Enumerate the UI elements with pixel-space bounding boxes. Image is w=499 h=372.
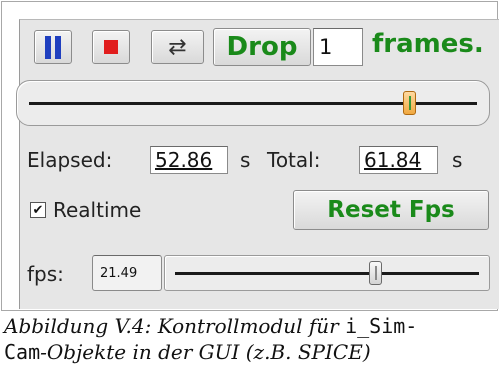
elapsed-unit: s	[240, 148, 251, 172]
fps-slider-thumb[interactable]	[369, 261, 383, 285]
caption-suffix: -Objekte in der GUI (z.B. SPICE)	[40, 340, 371, 364]
loop-icon: ⇄	[168, 34, 187, 60]
caption-code-1: i_Sim-	[345, 314, 418, 338]
pause-icon	[43, 35, 63, 59]
fps-slider-track	[175, 272, 479, 275]
elapsed-field: 52.86	[150, 146, 228, 174]
check-icon: ✔	[32, 202, 44, 218]
total-label: Total:	[267, 148, 321, 172]
reset-fps-label: Reset Fps	[327, 197, 455, 223]
total-value: 61.84	[364, 148, 422, 172]
elapsed-label: Elapsed:	[27, 148, 113, 172]
drop-frames-input[interactable]: 1	[313, 28, 363, 66]
stop-icon	[104, 40, 118, 54]
reset-fps-button[interactable]: Reset Fps	[293, 190, 489, 230]
fps-label: fps:	[27, 262, 64, 286]
fps-value: 21.49	[100, 265, 138, 281]
drop-button[interactable]: Drop	[213, 28, 311, 66]
elapsed-value: 52.86	[155, 148, 213, 172]
total-unit: s	[452, 148, 463, 172]
figure-caption: Abbildung V.4: Kontrollmodul für i_Sim- C…	[4, 313, 499, 365]
fps-field: 21.49	[92, 255, 162, 291]
sim-cam-control-panel: ⇄ Drop 1 frames. Elapsed: 52.86 s Total:…	[16, 19, 499, 309]
total-field: 61.84	[359, 146, 438, 174]
pause-button[interactable]	[34, 30, 72, 64]
drop-frames-value: 1	[319, 35, 333, 59]
fps-slider[interactable]	[164, 255, 490, 291]
caption-code-2: Cam	[4, 340, 41, 364]
position-slider[interactable]	[16, 80, 490, 126]
stop-button[interactable]	[92, 30, 130, 64]
loop-button[interactable]: ⇄	[151, 30, 204, 64]
frames-label: frames.	[372, 29, 484, 59]
drop-button-label: Drop	[226, 32, 298, 62]
position-slider-thumb[interactable]	[403, 91, 417, 115]
caption-prefix: Abbildung V.4: Kontrollmodul für	[4, 314, 346, 338]
realtime-checkbox[interactable]: ✔	[30, 202, 46, 218]
realtime-label: Realtime	[53, 198, 142, 222]
